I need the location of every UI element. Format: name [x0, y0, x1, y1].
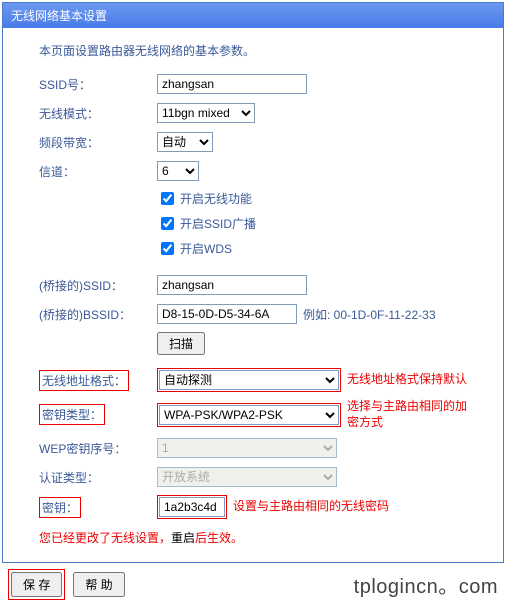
row-key: 密钥： 设置与主路由相同的无线密码: [39, 495, 483, 519]
select-bandwidth[interactable]: 自动: [157, 132, 213, 152]
row-ssid: SSID号：: [39, 73, 483, 95]
page-description: 本页面设置路由器无线网络的基本参数。: [39, 42, 483, 59]
select-wep-index: 1: [157, 438, 337, 458]
row-enable-wireless: 开启无线功能: [39, 189, 483, 208]
warning-text: 您已经更改了无线设置，重启后生效。: [39, 529, 483, 546]
label-key: 密钥：: [39, 497, 81, 518]
select-channel[interactable]: 6: [157, 161, 199, 181]
checkbox-enable-wds[interactable]: [161, 242, 174, 255]
warning-prefix: 您已经更改了无线设置，: [39, 531, 171, 545]
label-bridge-bssid: (桥接的)BSSID：: [39, 306, 157, 323]
watermark-text: tplogincn。com: [354, 570, 498, 599]
row-bridge-ssid: (桥接的)SSID：: [39, 274, 483, 296]
label-bandwidth: 频段带宽：: [39, 134, 157, 151]
label-ssid: SSID号：: [39, 76, 157, 93]
panel-title: 无线网络基本设置: [3, 3, 503, 28]
row-addr-format: 无线地址格式： 自动探测 无线地址格式保持默认: [39, 368, 483, 392]
label-enable-wireless: 开启无线功能: [180, 190, 252, 207]
row-enable-ssid-broadcast: 开启SSID广播: [39, 214, 483, 233]
row-auth-type: 认证类型： 开放系统: [39, 466, 483, 488]
hint-bssid-example: 例如: 00-1D-0F-11-22-33: [303, 306, 436, 323]
row-bandwidth: 频段带宽： 自动: [39, 131, 483, 153]
label-enable-wds: 开启WDS: [180, 240, 232, 257]
hint-key-type: 选择与主路由相同的加密方式: [347, 399, 467, 430]
label-bridge-ssid: (桥接的)SSID：: [39, 277, 157, 294]
checkbox-enable-wireless[interactable]: [161, 192, 174, 205]
row-scan: 扫描: [39, 332, 483, 361]
row-key-type: 密钥类型： WPA-PSK/WPA2-PSK 选择与主路由相同的加密方式: [39, 399, 483, 430]
hint-addr-format: 无线地址格式保持默认: [347, 372, 467, 388]
wireless-settings-panel: 无线网络基本设置 本页面设置路由器无线网络的基本参数。 SSID号： 无线模式：…: [2, 2, 504, 563]
select-addr-format[interactable]: 自动探测: [159, 370, 339, 390]
label-enable-ssid-broadcast: 开启SSID广播: [180, 215, 256, 232]
select-auth-type: 开放系统: [157, 467, 337, 487]
label-addr-format: 无线地址格式：: [39, 370, 129, 391]
row-mode: 无线模式： 11bgn mixed: [39, 102, 483, 124]
save-highlight: 保 存: [8, 569, 65, 600]
label-wep-index: WEP密钥序号：: [39, 440, 157, 457]
select-mode[interactable]: 11bgn mixed: [157, 103, 255, 123]
row-bridge-bssid: (桥接的)BSSID： 例如: 00-1D-0F-11-22-33: [39, 303, 483, 325]
scan-button[interactable]: 扫描: [157, 332, 205, 355]
warning-suffix: 后生效。: [195, 531, 243, 545]
input-bridge-bssid[interactable]: [157, 304, 297, 324]
row-enable-wds: 开启WDS: [39, 239, 483, 258]
label-key-type: 密钥类型：: [39, 404, 105, 425]
label-channel: 信道：: [39, 163, 157, 180]
input-bridge-ssid[interactable]: [157, 275, 307, 295]
hint-key: 设置与主路由相同的无线密码: [233, 499, 389, 515]
help-button[interactable]: 帮 助: [73, 572, 124, 597]
bottom-bar: 保 存 帮 助 tplogincn。com: [0, 565, 506, 606]
select-key-type[interactable]: WPA-PSK/WPA2-PSK: [159, 405, 339, 425]
save-button[interactable]: 保 存: [11, 572, 62, 597]
input-ssid[interactable]: [157, 74, 307, 94]
label-mode: 无线模式：: [39, 105, 157, 122]
input-key[interactable]: [159, 497, 225, 517]
label-auth-type: 认证类型：: [39, 469, 157, 486]
panel-content: 本页面设置路由器无线网络的基本参数。 SSID号： 无线模式： 11bgn mi…: [3, 28, 503, 562]
row-channel: 信道： 6: [39, 160, 483, 182]
warning-bold: 重启: [171, 531, 195, 545]
checkbox-enable-ssid-broadcast[interactable]: [161, 217, 174, 230]
row-wep-index: WEP密钥序号： 1: [39, 437, 483, 459]
